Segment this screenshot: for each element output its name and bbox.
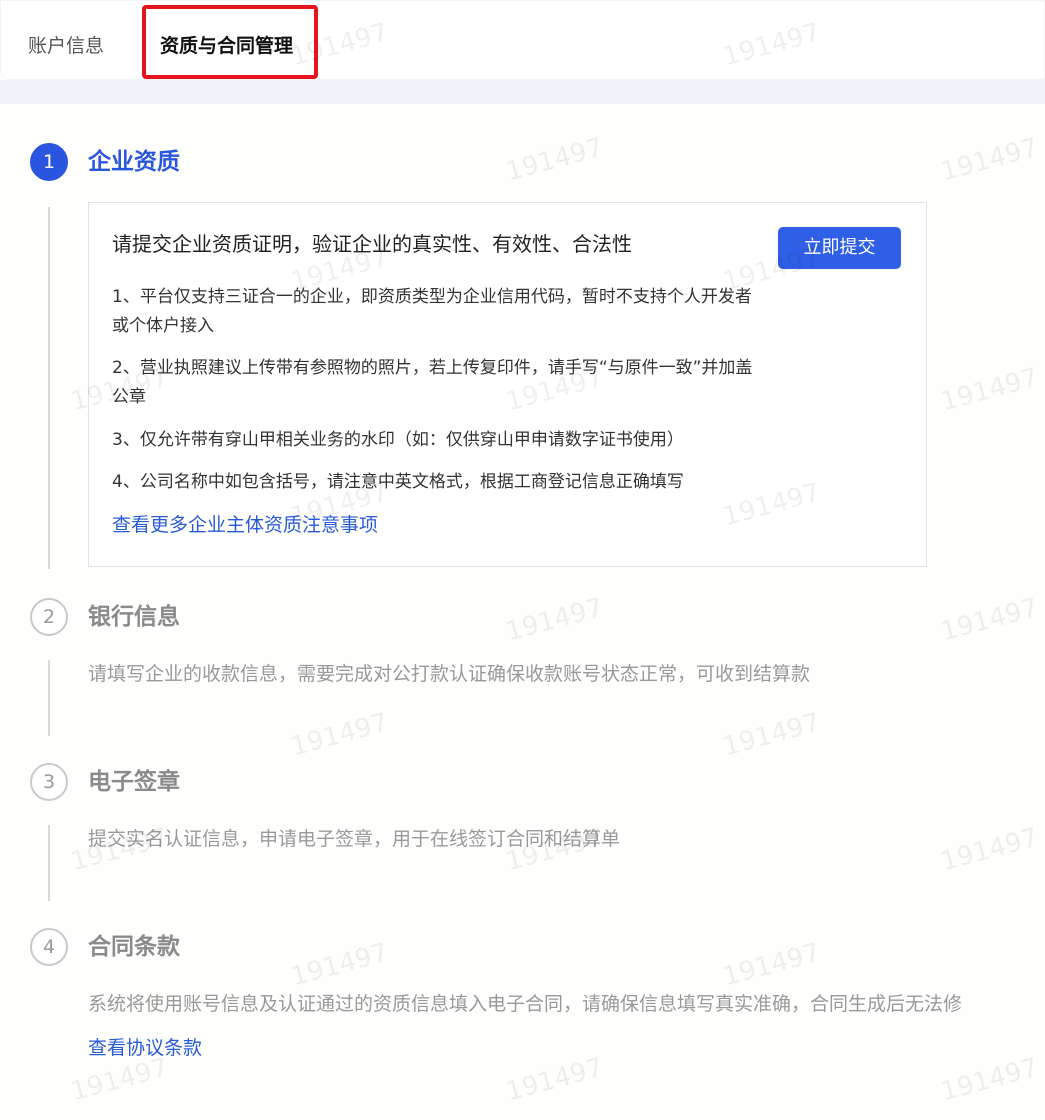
note-item: 3、仅允许带有穿山甲相关业务的水印（如：仅供穿山甲申请数字证书使用） <box>112 430 684 450</box>
step-4-title: 合同条款 <box>88 934 180 960</box>
watermark: 191497 <box>937 592 1042 648</box>
note-item: 1、平台仅支持三证合一的企业，即资质类型为企业信用代码，暂时不支持个人开发者或个… <box>112 287 752 336</box>
note-item: 4、公司名称中如包含括号，请注意中英文格式，根据工商登记信息正确填写 <box>112 472 684 492</box>
step-2-number: 2 <box>30 598 68 636</box>
step-3-title: 电子签章 <box>88 769 180 795</box>
watermark: 191497 <box>937 1052 1042 1108</box>
watermark: 191497 <box>937 822 1042 878</box>
watermark: 191497 <box>287 707 392 763</box>
step-2-connector <box>48 660 50 736</box>
step-2-title: 银行信息 <box>88 604 180 630</box>
watermark: 191497 <box>502 132 607 188</box>
watermark: 191497 <box>937 362 1042 418</box>
view-agreement-terms-link[interactable]: 查看协议条款 <box>88 1033 202 1063</box>
watermark: 191497 <box>719 707 824 763</box>
step-1-connector <box>48 207 50 569</box>
header-band <box>0 80 1045 104</box>
step-3-connector <box>48 825 50 901</box>
step-3-description: 提交实名认证信息，申请电子签章，用于在线签订合同和结算单 <box>88 828 621 850</box>
watermark: 191497 <box>937 132 1042 188</box>
highlight-annotation <box>142 5 318 79</box>
submit-now-button[interactable]: 立即提交 <box>778 227 901 269</box>
step-4-description: 系统将使用账号信息及认证通过的资质信息填入电子合同，请确保信息填写真实准确，合同… <box>88 993 963 1015</box>
tab-account-info[interactable]: 账户信息 <box>28 24 104 68</box>
step-1-title: 企业资质 <box>88 149 180 175</box>
watermark: 191497 <box>502 592 607 648</box>
step-4-number: 4 <box>30 928 68 966</box>
note-item: 2、营业执照建议上传带有参照物的照片，若上传复印件，请手写“与原件一致”并加盖公… <box>112 358 753 407</box>
step-1-number: 1 <box>30 143 68 181</box>
watermark: 191497 <box>287 937 392 993</box>
watermark: 191497 <box>502 1052 607 1108</box>
step-3-number: 3 <box>30 763 68 801</box>
more-qualification-notes-link[interactable]: 查看更多企业主体资质注意事项 <box>112 510 378 540</box>
card-title: 请提交企业资质证明，验证企业的真实性、有效性、合法性 <box>112 232 632 256</box>
step-2-description: 请填写企业的收款信息，需要完成对公打款认证确保收款账号状态正常，可收到结算款 <box>88 663 811 685</box>
watermark: 191497 <box>719 937 824 993</box>
